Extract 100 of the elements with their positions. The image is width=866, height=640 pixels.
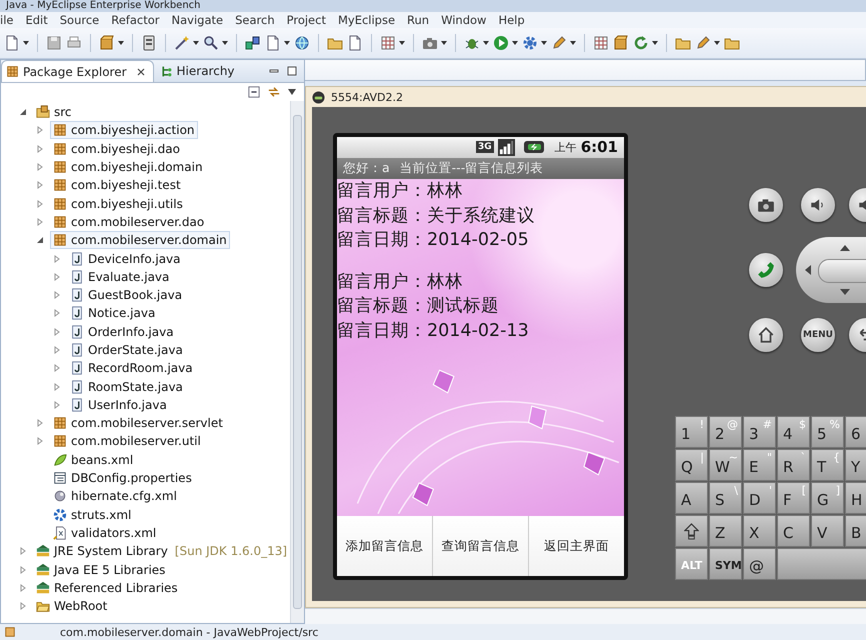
caret-icon[interactable] — [441, 41, 447, 45]
caret-icon[interactable] — [284, 41, 290, 45]
tree-item[interactable]: RoomState.java — [67, 378, 186, 396]
tree-item[interactable]: com.mobileserver.dao — [50, 212, 208, 231]
menu-item[interactable]: Navigate — [166, 12, 230, 28]
scrollbar[interactable] — [290, 101, 304, 623]
tree-item[interactable]: validators.xml — [50, 524, 160, 542]
app-button[interactable]: 添加留言信息 — [337, 516, 433, 576]
link-arrows-icon[interactable] — [268, 86, 280, 98]
keyboard-key[interactable]: R ` — [777, 449, 810, 481]
caret-icon[interactable] — [512, 41, 518, 45]
keyboard-key[interactable]: G ] — [811, 482, 844, 514]
menu-item[interactable]: Search — [229, 12, 281, 28]
keyboard-key[interactable]: 3 # — [743, 416, 776, 448]
keyboard-key[interactable]: A — [675, 482, 708, 514]
caret-icon[interactable] — [570, 41, 576, 45]
view-tab[interactable]: Hierarchy — [156, 60, 243, 82]
menu-item[interactable]: Help — [492, 12, 531, 28]
tree-item[interactable]: src — [33, 103, 75, 122]
server-icon[interactable] — [141, 35, 157, 51]
caret-icon[interactable] — [541, 41, 547, 45]
keyboard-key[interactable]: 1 ! — [675, 416, 708, 448]
keyboard-key[interactable]: 5 % — [811, 416, 844, 448]
tree-item[interactable]: OrderState.java — [67, 341, 186, 359]
menu-item[interactable]: Refactor — [105, 12, 166, 28]
refresh-icon[interactable] — [633, 35, 649, 51]
box-icon[interactable] — [613, 35, 629, 51]
tree-item[interactable]: JRE System Library [Sun JDK 1.6.0_13] — [33, 542, 290, 560]
keyboard-key[interactable]: 6 — [845, 416, 866, 448]
caret-icon[interactable] — [399, 41, 405, 45]
keyboard-key[interactable]: SYM — [709, 548, 742, 580]
tree-item[interactable]: RecordRoom.java — [67, 359, 196, 378]
menu-key[interactable]: MENU — [801, 318, 835, 352]
menu-item[interactable]: MyEclipse — [332, 12, 402, 28]
page-icon[interactable] — [265, 35, 281, 51]
keyboard-key[interactable]: 2 @ — [709, 416, 742, 448]
play-icon[interactable] — [493, 35, 509, 51]
camera-key[interactable] — [749, 188, 783, 222]
tree-item[interactable]: com.biyesheji.test — [50, 176, 184, 194]
tree-item[interactable]: DeviceInfo.java — [67, 250, 184, 268]
tree-item[interactable]: OrderInfo.java — [67, 322, 177, 341]
tree-item[interactable]: com.mobileserver.util — [50, 432, 204, 450]
keyboard-key[interactable]: D ' — [743, 482, 776, 514]
keyboard-key[interactable] — [675, 515, 708, 547]
menu-item[interactable]: Run — [401, 12, 436, 28]
keyboard-key[interactable]: X — [743, 515, 776, 547]
tree-item[interactable]: beans.xml — [50, 450, 136, 469]
search-icon[interactable] — [203, 35, 219, 51]
keyboard-key[interactable]: H — [845, 482, 866, 514]
close-icon[interactable] — [136, 68, 145, 76]
grid-icon[interactable] — [380, 35, 396, 51]
tree-item[interactable]: WebRoot — [33, 597, 110, 616]
tree-item[interactable]: Referenced Libraries — [33, 578, 181, 597]
menu-item[interactable]: Source — [54, 12, 106, 28]
camera-icon[interactable] — [422, 35, 438, 51]
keyboard-key[interactable]: E " — [743, 449, 776, 481]
tree-item[interactable]: com.biyesheji.domain — [50, 158, 206, 176]
menu-item[interactable]: ile — [0, 12, 20, 28]
tree-item[interactable]: GuestBook.java — [67, 286, 186, 304]
menu-item[interactable]: Window — [435, 12, 492, 28]
keyboard-key[interactable]: W~ — [709, 449, 742, 481]
menu-item[interactable]: Edit — [19, 12, 54, 28]
view-tab[interactable]: Package Explorer — [1, 60, 154, 82]
expand-arrow-icon[interactable] — [36, 236, 44, 244]
keyboard-key[interactable]: C — [777, 515, 810, 547]
menu-item[interactable]: Project — [280, 12, 332, 28]
caret-icon[interactable] — [193, 41, 199, 45]
tree-item[interactable]: com.biyesheji.action — [50, 121, 198, 140]
call-key[interactable] — [749, 253, 783, 287]
maximize-icon[interactable] — [286, 65, 298, 77]
tree-item[interactable]: DBConfig.properties — [50, 469, 195, 488]
keyboard-key[interactable]: S \ — [709, 482, 742, 514]
tree-item[interactable]: com.biyesheji.utils — [50, 194, 186, 213]
tree-item[interactable]: hibernate.cfg.xml — [50, 487, 180, 506]
box-icon[interactable] — [99, 35, 115, 51]
keyboard-key[interactable]: V — [811, 515, 844, 547]
tree-item[interactable]: Notice.java — [67, 304, 158, 322]
expand-arrow-icon[interactable] — [19, 108, 27, 116]
tree-item[interactable]: Java EE 5 Libraries — [33, 560, 168, 579]
tree-item[interactable]: Evaluate.java — [67, 268, 172, 286]
app-button[interactable]: 查询留言信息 — [433, 516, 529, 576]
volume-down-key[interactable] — [801, 188, 835, 222]
keyboard-key[interactable]: F [ — [777, 482, 810, 514]
page-icon[interactable] — [4, 35, 20, 51]
keyboard-key[interactable]: @ — [743, 548, 776, 580]
caret-icon[interactable] — [652, 41, 658, 45]
pencil-icon[interactable] — [551, 35, 567, 51]
caret-icon[interactable] — [23, 41, 29, 45]
wand-icon[interactable] — [174, 35, 190, 51]
keyboard-key[interactable]: B — [845, 515, 866, 547]
tree-item[interactable]: com.biyesheji.dao — [50, 140, 183, 158]
app-button[interactable]: 返回主界面 — [529, 516, 624, 576]
caret-icon[interactable] — [483, 41, 489, 45]
page-icon[interactable] — [347, 35, 363, 51]
caret-icon[interactable] — [288, 89, 296, 95]
tree-item[interactable]: com.mobileserver.servlet — [50, 414, 226, 432]
keyboard-key[interactable]: 4 $ — [777, 416, 810, 448]
gear-icon[interactable] — [522, 35, 538, 51]
grid-icon[interactable] — [593, 35, 609, 51]
tree-item[interactable]: com.mobileserver.domain — [50, 231, 230, 250]
